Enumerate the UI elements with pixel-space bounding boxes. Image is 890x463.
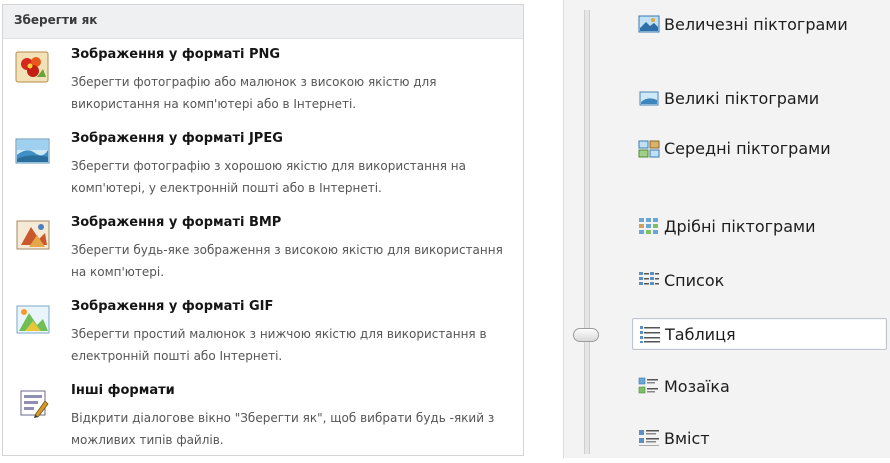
save-as-menu: Зберегти як Зображення у форматі PNG Збе… bbox=[2, 4, 524, 456]
view-size-slider-track[interactable] bbox=[584, 10, 590, 454]
small-icons-icon bbox=[638, 216, 660, 236]
other-formats-title: Інші формати bbox=[71, 383, 175, 398]
view-option-label: Великі піктограми bbox=[664, 88, 820, 108]
view-option-extra-large-icons[interactable]: Величезні піктограми bbox=[632, 8, 887, 40]
save-as-other-formats-item[interactable]: Інші формати Відкрити діалогове вікно "З… bbox=[3, 379, 523, 463]
view-size-slider-thumb[interactable] bbox=[573, 328, 599, 342]
gif-title: Зображення у форматі GIF bbox=[71, 299, 274, 314]
gif-description: Зберегти простий малюнок з нижчою якістю… bbox=[71, 327, 487, 363]
view-option-list[interactable]: Список bbox=[632, 264, 887, 296]
content-icon bbox=[638, 428, 660, 448]
view-option-small-icons[interactable]: Дрібні піктограми bbox=[632, 210, 887, 242]
other-formats-description: Відкрити діалогове вікно "Зберегти як", … bbox=[71, 411, 495, 447]
save-as-bmp-item[interactable]: Зображення у форматі BMP Зберегти будь-я… bbox=[3, 211, 523, 295]
bmp-title: Зображення у форматі BMP bbox=[71, 215, 282, 230]
save-as-jpeg-item[interactable]: Зображення у форматі JPEG Зберегти фотог… bbox=[3, 127, 523, 211]
save-as-png-item[interactable]: Зображення у форматі PNG Зберегти фотогр… bbox=[3, 43, 523, 127]
extra-large-icons-icon bbox=[638, 14, 660, 34]
png-title: Зображення у форматі PNG bbox=[71, 47, 281, 62]
view-option-medium-icons[interactable]: Середні піктограми bbox=[632, 132, 887, 164]
large-icons-icon bbox=[638, 88, 660, 108]
list-icon bbox=[638, 270, 660, 290]
tiles-icon bbox=[638, 376, 660, 396]
bmp-description: Зберегти будь-яке зображення з високою я… bbox=[71, 243, 503, 279]
view-option-large-icons[interactable]: Великі піктограми bbox=[632, 82, 887, 114]
view-options-menu: Величезні піктограми Великі піктограми С… bbox=[563, 0, 890, 458]
view-option-label: Таблиця bbox=[665, 324, 736, 344]
view-option-label: Величезні піктограми bbox=[664, 14, 848, 34]
view-option-content[interactable]: Вміст bbox=[632, 422, 887, 454]
view-option-label: Середні піктограми bbox=[664, 138, 831, 158]
jpeg-title: Зображення у форматі JPEG bbox=[71, 131, 283, 146]
view-option-label: Список bbox=[664, 270, 725, 290]
other-formats-icon bbox=[15, 385, 51, 421]
gif-image-icon bbox=[15, 301, 51, 337]
png-image-icon bbox=[15, 49, 51, 85]
view-option-label: Мозаїка bbox=[664, 376, 730, 396]
view-option-details[interactable]: Таблиця bbox=[632, 318, 887, 350]
bmp-image-icon bbox=[15, 217, 51, 253]
jpeg-image-icon bbox=[15, 133, 51, 169]
view-option-tiles[interactable]: Мозаїка bbox=[632, 370, 887, 402]
png-description: Зберегти фотографію або малюнок з високо… bbox=[71, 75, 437, 111]
view-option-label: Дрібні піктограми bbox=[664, 216, 816, 236]
details-icon bbox=[639, 324, 661, 344]
jpeg-description: Зберегти фотографію з хорошою якістю для… bbox=[71, 159, 466, 195]
medium-icons-icon bbox=[638, 138, 660, 158]
save-as-header: Зберегти як bbox=[3, 5, 523, 39]
view-option-label: Вміст bbox=[664, 428, 710, 448]
save-as-gif-item[interactable]: Зображення у форматі GIF Зберегти прости… bbox=[3, 295, 523, 379]
